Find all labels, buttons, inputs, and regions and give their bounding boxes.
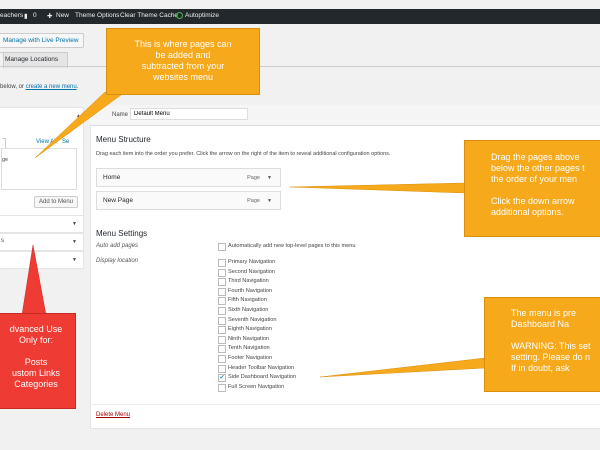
display-location-label: Display location (96, 258, 139, 264)
location-checkbox[interactable] (218, 326, 226, 335)
menu-name-input[interactable] (130, 108, 248, 120)
menu-structure-title: Menu Structure (96, 135, 151, 144)
location-checkbox[interactable] (218, 383, 226, 392)
location-checkbox[interactable] (218, 259, 226, 267)
intro-text: below, or create a new menu. (0, 84, 78, 90)
location-label: Ninth Navigation (228, 335, 270, 342)
location-checkbox[interactable] (218, 268, 226, 277)
auto-add-label: Auto add pages (96, 243, 139, 249)
admin-bar-new[interactable]: New (56, 12, 69, 19)
location-label: Side Dashboard Navigation (228, 374, 297, 381)
location-label: Eighth Navigation (228, 326, 272, 333)
chevron-down-icon: ▼ (72, 239, 77, 245)
location-checkbox[interactable] (218, 278, 226, 287)
tab-divider (0, 66, 600, 67)
location-checkbox[interactable] (218, 307, 226, 315)
menu-header: Name (90, 105, 600, 126)
menu-item-home[interactable]: Home Page ▼ (96, 168, 281, 187)
page-item-label[interactable]: ge (2, 157, 8, 163)
accordion-label-2: s (1, 238, 4, 244)
location-label: Header Toolbar Navigation (228, 364, 295, 371)
location-label: Seventh Navigation (228, 316, 277, 323)
search-tab[interactable]: Se (62, 139, 69, 145)
menu-item-title: Home (103, 174, 121, 181)
accordion-section-1[interactable]: ▼ (0, 215, 84, 233)
callout-dashboard-warning: The menu is pre Dashboard Na WARNING: Th… (484, 297, 600, 392)
callout-advanced-use: dvanced Use Only for: Posts ustom Links … (0, 313, 76, 409)
accordion-section-3[interactable]: ▼ (0, 251, 84, 269)
location-label: Full Screen Navigation (228, 383, 285, 390)
location-checkbox[interactable] (218, 297, 226, 306)
location-checkbox[interactable] (218, 345, 226, 354)
callout-drag-pages: Drag the pages above below the other pag… (464, 140, 600, 237)
intro-suffix: . (76, 84, 79, 90)
plus-icon[interactable]: ✚ (47, 12, 52, 20)
auto-add-checkbox[interactable] (218, 243, 226, 251)
location-label: Sixth Navigation (228, 307, 269, 313)
tab-label: Manage Locations (5, 56, 59, 63)
manage-live-preview-button[interactable]: Manage with Live Preview (0, 33, 84, 48)
settings-footer-divider (90, 404, 600, 405)
location-checkbox[interactable] (218, 335, 226, 344)
location-label: Tenth Navigation (228, 345, 270, 352)
menu-item-new-page[interactable]: New Page Page ▼ (96, 191, 281, 210)
chevron-down-icon[interactable]: ▼ (267, 198, 272, 204)
location-checkbox[interactable]: ✔ (218, 374, 226, 383)
location-label: Primary Navigation (228, 259, 276, 265)
add-to-menu-button[interactable]: Add to Menu (34, 196, 79, 208)
chevron-down-icon: ▼ (72, 221, 77, 227)
menu-item-type: Page (247, 175, 260, 181)
create-new-menu-link[interactable]: create a new menu (26, 84, 77, 90)
view-all-tab[interactable]: View All (36, 139, 57, 145)
admin-bar-clear-cache[interactable]: Clear Theme Cache (120, 12, 178, 19)
menu-name-label: Name (112, 112, 129, 118)
accordion-section-2[interactable]: s ▼ (0, 233, 84, 251)
location-label: Footer Navigation (228, 355, 273, 361)
admin-bar-autoptimize[interactable]: Autoptimize (176, 12, 219, 19)
comments-count[interactable]: 0 (33, 12, 37, 19)
chevron-down-icon[interactable]: ▼ (267, 175, 272, 181)
location-checkbox[interactable] (218, 287, 226, 296)
menu-settings-title: Menu Settings (96, 229, 148, 238)
callout-add-pages: This is where pages can be added and sub… (106, 28, 260, 95)
add-items-panel: ▲ View All Se ge Add to Menu (0, 107, 84, 219)
menu-item-title: New Page (103, 197, 133, 204)
location-checkbox[interactable] (218, 364, 226, 373)
location-checkbox[interactable] (218, 316, 226, 325)
menu-item-type: Page (247, 198, 260, 204)
location-label: Fifth Navigation (228, 297, 267, 304)
page-checklist: ge (1, 148, 77, 190)
delete-menu-link[interactable]: Delete Menu (96, 412, 130, 418)
location-label: Third Navigation (228, 278, 269, 285)
auto-add-text: Automatically add new top-level pages to… (228, 243, 356, 249)
comments-icon[interactable]: ▮ (24, 12, 28, 20)
location-label: Fourth Navigation (228, 287, 273, 294)
menu-structure-help: Drag each item into the order you prefer… (96, 151, 391, 157)
admin-bar: eachers ▮ 0 ✚ New Theme Options Clear Th… (0, 9, 600, 24)
location-label: Second Navigation (228, 268, 275, 275)
admin-bar-theme-options[interactable]: Theme Options (75, 12, 119, 19)
chevron-down-icon: ▼ (72, 257, 77, 263)
status-dot-icon (176, 12, 183, 19)
admin-bar-site-fragment[interactable]: eachers (0, 12, 23, 19)
intro-prefix: below, or (0, 84, 26, 90)
collapse-arrow-icon[interactable]: ▲ (76, 113, 81, 119)
location-checkbox[interactable] (218, 355, 226, 363)
